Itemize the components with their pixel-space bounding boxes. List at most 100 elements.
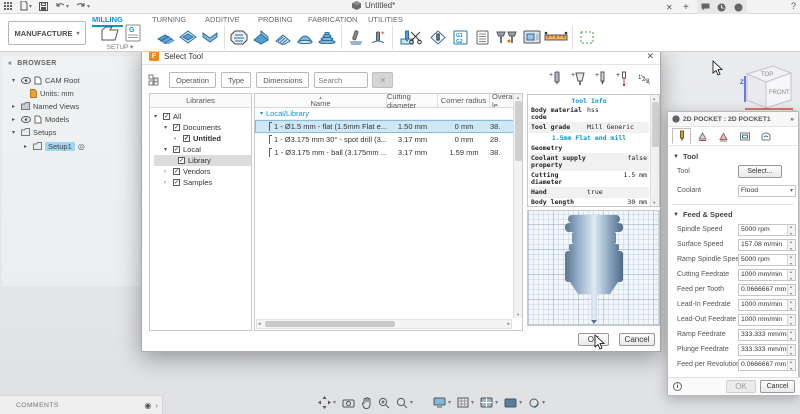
lib-item-local[interactable]: ▾✓Local [154,144,251,155]
column-name[interactable]: ▴Name [255,94,387,107]
panel-expand-icon[interactable]: » [790,116,794,123]
tab-geometry[interactable] [693,128,712,144]
search-input[interactable] [314,72,368,88]
tab-heights[interactable] [714,128,733,144]
visual-style-icon[interactable]: ▾ [504,397,522,408]
browser-item-setup1[interactable]: ▸ Setup1 ◎ [24,140,85,152]
expander-icon[interactable]: ▾ [12,77,18,84]
tab-probing[interactable]: PROBING [258,15,293,24]
table-horizontal-scrollbar[interactable] [256,319,512,329]
tool-preview[interactable] [527,210,660,326]
cutting-feedrate-input[interactable]: 1000 mm/min [738,269,796,281]
help-icon[interactable]: ? [791,1,796,11]
lib-item-all[interactable]: ▾✓All [154,111,251,122]
column-cutting-diameter[interactable]: Cutting diameter [387,94,438,107]
setup-group-label[interactable]: SETUP ▾ [92,43,148,51]
tab-close-icon[interactable]: ✕ [666,0,673,14]
machine-icon[interactable] [521,27,543,47]
comments-bubble-icon[interactable] [701,3,710,11]
plunge-feedrate-input[interactable]: 333.333 mm/min [738,344,796,356]
undo-icon[interactable]: ▾ [55,2,69,10]
3d-scallop-icon[interactable] [294,27,316,47]
orbit-mode-icon[interactable]: ▾ [528,397,545,409]
table-vertical-scrollbar[interactable] [513,94,522,318]
tab-additive[interactable]: ADDITIVE [205,15,240,24]
pan-hand-icon[interactable] [361,397,372,409]
column-corner-radius[interactable]: Corner radius [438,94,490,107]
clear-search-icon[interactable]: ✕ [372,72,393,88]
comments-count-icon[interactable]: ◉ [144,401,151,410]
new-tab-icon[interactable]: + [683,0,689,14]
lead-out-feedrate-input[interactable]: 1000 mm/min [738,314,796,326]
post-process-icon[interactable]: G1G2 [449,27,471,47]
visibility-eye-icon[interactable] [21,77,31,84]
ramp-feedrate-input[interactable]: 333.333 mm/min [738,329,796,341]
tool-row-1[interactable]: 1 - Ø1.5 mm - flat (1.5mm Flat e... 1.50… [255,120,522,133]
trim-scissors-icon[interactable] [405,27,427,47]
2d-contour-icon[interactable] [199,27,221,47]
setup-sheet-icon[interactable] [471,27,493,47]
dialog-close-icon[interactable]: ✕ [646,51,654,62]
info-icon[interactable]: i [673,382,682,391]
tab-linking[interactable] [756,128,775,144]
browser-item-models[interactable]: ▸ Models [12,113,69,125]
orbit-pan-icon[interactable]: ▾ [318,396,336,409]
tool-holder-icon[interactable] [493,27,521,47]
pocket-panel-header[interactable]: 2D POCKET : 2D POCKET1 » [668,112,798,127]
lib-item-samples[interactable]: ›✓Samples [154,177,251,188]
lead-in-feedrate-input[interactable]: 1000 mm/min [738,299,796,311]
column-overall-length[interactable]: Overall le [490,94,515,107]
setup1-label[interactable]: Setup1 [45,142,75,151]
look-at-icon[interactable] [342,398,355,408]
tool-library-icon[interactable] [427,27,449,47]
filter-operation-button[interactable]: Operation [169,72,216,88]
pocket-ok-button[interactable]: OK [726,380,756,393]
expander-icon[interactable]: ▸ [24,143,30,150]
notifications-icon[interactable] [734,3,743,12]
fit-icon[interactable]: ▾ [396,397,413,409]
history-clock-icon[interactable] [717,3,726,12]
tool-select-button[interactable]: Select... [738,165,782,178]
multiaxis-swarf-icon[interactable] [345,27,367,47]
browser-item-cam-root[interactable]: ▾ CAM Root [12,74,80,86]
new-holder-icon[interactable]: + [571,71,585,87]
renumber-tools-icon[interactable]: 123 [638,72,652,86]
lib-item-vendors[interactable]: ›✓Vendors [154,166,251,177]
ramp-spindle-speed-input[interactable]: 5000 rpm [738,254,796,266]
tab-fabrication[interactable]: FABRICATION [308,15,357,24]
viewcube[interactable]: TOP FRONT Z X [733,56,797,116]
tab-turning[interactable]: TURNING [152,15,186,24]
expander-icon[interactable]: ▸ [12,116,18,123]
zoom-icon[interactable] [378,397,390,409]
3d-adaptive-icon[interactable] [228,27,250,47]
pocket-cancel-button[interactable]: Cancel [760,380,795,393]
tool-row-2[interactable]: 1 - Ø3.175 mm 30° - spot drill (3... 3.1… [255,133,522,146]
feed-per-revolution-input[interactable]: 0.0666667 mm [738,359,796,371]
app-grid-icon[interactable] [4,2,13,11]
tab-passes[interactable] [735,128,754,144]
feed-section-header[interactable]: ▼Feed & Speed [668,207,738,221]
coolant-select[interactable]: Flood▾ [738,185,796,197]
expander-icon[interactable]: ▾ [12,129,18,136]
visibility-eye-icon[interactable] [21,116,31,123]
library-view-icon[interactable] [148,74,161,87]
browser-item-setups[interactable]: ▾ Setups [12,126,56,138]
document-tab[interactable]: Untitled* [352,1,395,10]
generate-gcode-icon[interactable]: G [125,24,141,42]
surface-speed-input[interactable]: 157.08 m/min [738,239,796,251]
new-setup-icon[interactable] [100,24,120,42]
3d-pocket-icon[interactable] [250,27,272,47]
lib-item-untitled[interactable]: ›✓Untitled [154,133,251,144]
tool-section-header[interactable]: ▼Tool [668,149,703,163]
comments-expand-icon[interactable]: › [155,401,158,410]
multiaxis-flow-icon[interactable]: + [367,27,389,47]
display-settings-icon[interactable]: ▾ [433,397,451,408]
spindle-speed-input[interactable]: 5000 rpm [738,224,796,236]
filter-dimensions-button[interactable]: Dimensions [256,72,309,88]
selection-box-icon[interactable] [576,27,598,47]
browser-header[interactable]: « BROWSER [2,56,160,70]
comments-bar[interactable]: COMMENTS ◉ › [0,395,163,414]
tab-tool[interactable] [672,128,691,144]
2d-pocket-icon[interactable] [177,27,199,47]
file-menu-icon[interactable]: ▾ [20,1,32,11]
